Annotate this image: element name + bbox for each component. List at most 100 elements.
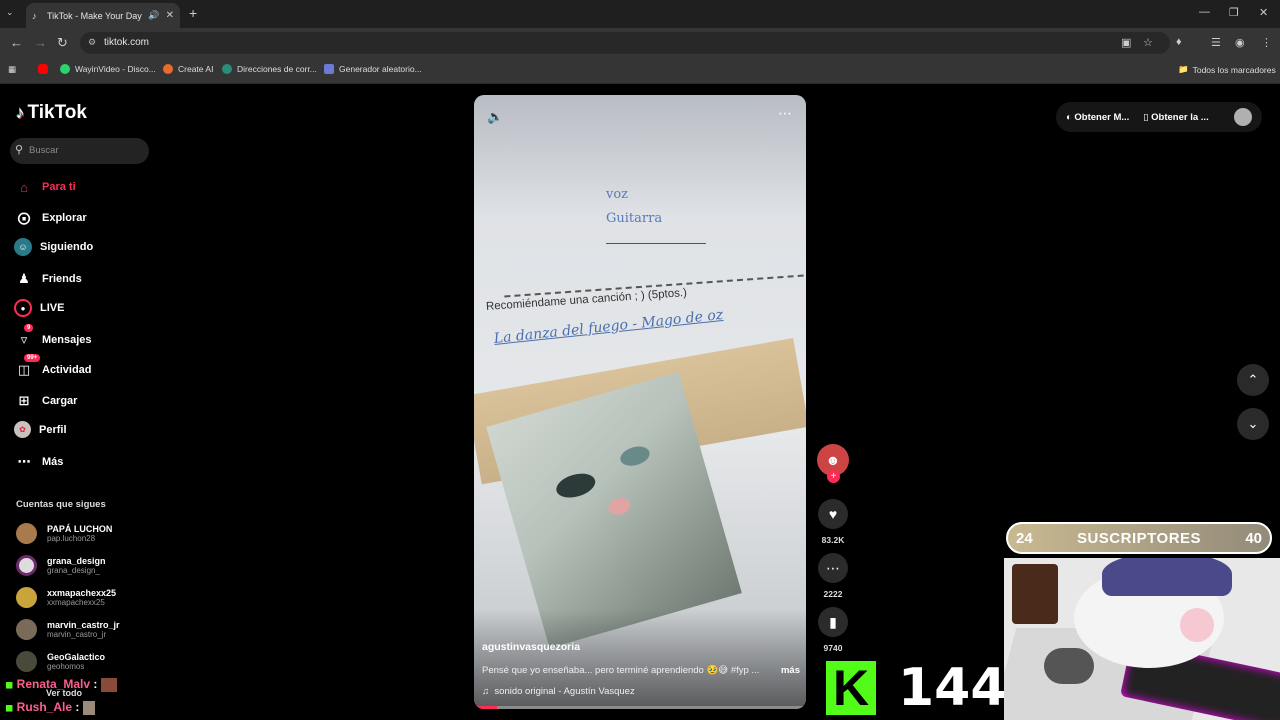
avatar: [16, 651, 37, 672]
activity-icon: ◫ 99+: [14, 354, 41, 380]
bookmark-icon: ▮: [818, 607, 848, 637]
like-button[interactable]: ♥ 83.2K: [816, 499, 850, 545]
following-account[interactable]: GeoGalactico geohomos: [16, 651, 105, 672]
music-note-icon: ♫: [482, 686, 490, 697]
comment-button[interactable]: ⋯ 2222: [816, 553, 850, 599]
new-tab-icon[interactable]: +: [189, 5, 197, 21]
restore-icon[interactable]: ❐: [1229, 6, 1239, 19]
coin-icon: ◐: [1066, 111, 1072, 123]
live-icon: ●: [14, 299, 32, 317]
url-text: tiktok.com: [104, 37, 150, 48]
tab-search-icon[interactable]: ⌄: [6, 7, 14, 18]
nav-actividad[interactable]: ◫ 99+ Actividad: [14, 354, 92, 380]
comment-icon: ⋯: [818, 553, 848, 583]
paper-line: Guitarra: [606, 211, 663, 226]
following-icon: ☺: [14, 238, 32, 256]
menu-icon[interactable]: ⋮: [1261, 36, 1272, 49]
video-player[interactable]: 🔈 ⋯ voz Guitarra Recomiéndame una canció…: [474, 95, 806, 709]
forward-icon[interactable]: →: [34, 35, 47, 50]
nav-explorar[interactable]: ⨀ Explorar: [14, 208, 87, 228]
video-caption: Pensé que yo enseñaba... pero terminé ap…: [482, 665, 800, 676]
subscriber-goal-bar: 24 SUSCRIPTORES 40: [1006, 522, 1272, 554]
video-sound[interactable]: ♫ sonido original - Agustín Vasquez: [482, 686, 635, 697]
more-caption-button[interactable]: más: [781, 665, 800, 676]
nav-mensajes[interactable]: ▿ 9 Mensajes: [14, 324, 92, 350]
apps-grid-icon[interactable]: ▦: [8, 64, 16, 75]
close-tab-icon[interactable]: ✕: [166, 10, 174, 21]
url-bar[interactable]: ⚙ tiktok.com: [80, 32, 1170, 54]
nav-perfil[interactable]: ✿ Perfil: [14, 421, 67, 438]
user-avatar[interactable]: [1234, 108, 1252, 126]
paper-line: voz: [606, 187, 629, 202]
all-bookmarks[interactable]: 📁 Todos los marcadores: [1178, 64, 1276, 75]
following-account[interactable]: PAPÁ LUCHON pap.luchon28: [16, 523, 112, 544]
search-input[interactable]: ⚲ Buscar: [10, 138, 149, 164]
extensions-icon[interactable]: ♦: [1176, 36, 1182, 48]
more-options-icon[interactable]: ⋯: [778, 105, 793, 122]
video-username[interactable]: agustinvasquezoria: [482, 641, 580, 653]
following-account[interactable]: xxmapachexx25 xxmapachexx25: [16, 587, 116, 608]
messages-icon: ▿ 9: [14, 324, 34, 350]
nav-mas[interactable]: ⋯ Más: [14, 452, 64, 472]
profile-icon[interactable]: ◉: [1235, 36, 1245, 49]
create-ai-icon: [163, 64, 173, 74]
media-icon[interactable]: ☰: [1211, 36, 1221, 49]
following-account[interactable]: marvin_castro_jr marvin_castro_jr: [16, 619, 120, 640]
kick-viewer-counter: K 144: [826, 658, 1007, 718]
bookmark-youtube[interactable]: [38, 64, 53, 74]
volume-icon[interactable]: 🔈: [487, 109, 503, 125]
bookmark-2[interactable]: Create AI: [163, 64, 213, 74]
following-account[interactable]: grana_design grana_design_: [16, 555, 106, 576]
bookmark-star-icon[interactable]: ☆: [1143, 36, 1153, 49]
nav-friends[interactable]: ♟ Friends: [14, 269, 82, 289]
install-app-icon[interactable]: ▣: [1121, 36, 1131, 49]
streamer-camera-overlay: [1004, 558, 1280, 720]
nav-live[interactable]: ● LIVE: [14, 299, 64, 317]
chat-message: ◼ Renata_Malv :: [5, 677, 117, 692]
more-icon: ⋯: [17, 454, 31, 469]
friends-icon: ♟: [18, 271, 30, 286]
avatar: [16, 555, 37, 576]
bookmark-4[interactable]: Generador aleatorio...: [324, 64, 422, 74]
next-video-button[interactable]: ⌄: [1237, 408, 1269, 440]
close-window-icon[interactable]: ✕: [1259, 6, 1268, 19]
kick-count: 144: [898, 658, 1007, 718]
paper-answer: La danza del fuego - Mago de oz: [493, 306, 724, 347]
mail-icon: [222, 64, 232, 74]
follow-plus-icon[interactable]: +: [827, 470, 840, 483]
bookmark-3[interactable]: Direcciones de corr...: [222, 64, 317, 74]
get-app-button[interactable]: ▯ Obtener la ...: [1143, 112, 1208, 123]
bookmark-1[interactable]: WayinVideo - Disco...: [60, 64, 156, 74]
heart-icon: ♥: [818, 499, 848, 529]
site-info-icon[interactable]: ⚙: [88, 37, 96, 48]
save-button[interactable]: ▮ 9740: [816, 607, 850, 653]
emote-icon: [100, 677, 117, 692]
get-coins-button[interactable]: ◐ Obtener M...: [1066, 112, 1129, 123]
paper-underline: [606, 243, 706, 244]
tiktok-logo-icon: ♪: [16, 103, 25, 122]
back-icon[interactable]: ←: [10, 35, 23, 50]
tab-title: TikTok - Make Your Day: [47, 10, 142, 21]
tiktok-logo[interactable]: ♪ TikTok: [16, 102, 87, 124]
creator-avatar[interactable]: ☻ +: [816, 444, 850, 483]
minimize-icon[interactable]: —: [1199, 6, 1210, 18]
upload-icon: ⊞: [18, 393, 30, 408]
phone-icon: ▯: [1143, 111, 1149, 123]
reload-icon[interactable]: ↻: [57, 35, 68, 51]
nav-siguiendo[interactable]: ☺ Siguiendo: [14, 238, 93, 256]
avatar: [16, 587, 37, 608]
tiktok-page: ♪ TikTok ⚲ Buscar ⌂ Para ti ⨀ Explorar ☺ Si…: [0, 84, 1280, 720]
audio-icon[interactable]: 🔊: [148, 10, 159, 21]
cat-eye: [618, 443, 652, 469]
nav-cargar[interactable]: ⊞ Cargar: [14, 391, 78, 411]
like-count: 83.2K: [821, 535, 845, 545]
generator-icon: [324, 64, 334, 74]
wayin-icon: [60, 64, 70, 74]
kick-logo-icon: K: [826, 661, 876, 715]
subs-label: SUSCRIPTORES: [1076, 529, 1202, 547]
previous-video-button[interactable]: ⌃: [1237, 364, 1269, 396]
browser-tab[interactable]: ♪ TikTok - Make Your Day 🔊 ✕: [26, 3, 180, 28]
video-progress-bar[interactable]: [474, 706, 806, 709]
chevron-down-icon: ⌄: [1247, 416, 1259, 431]
nav-para-ti[interactable]: ⌂ Para ti: [14, 177, 76, 197]
